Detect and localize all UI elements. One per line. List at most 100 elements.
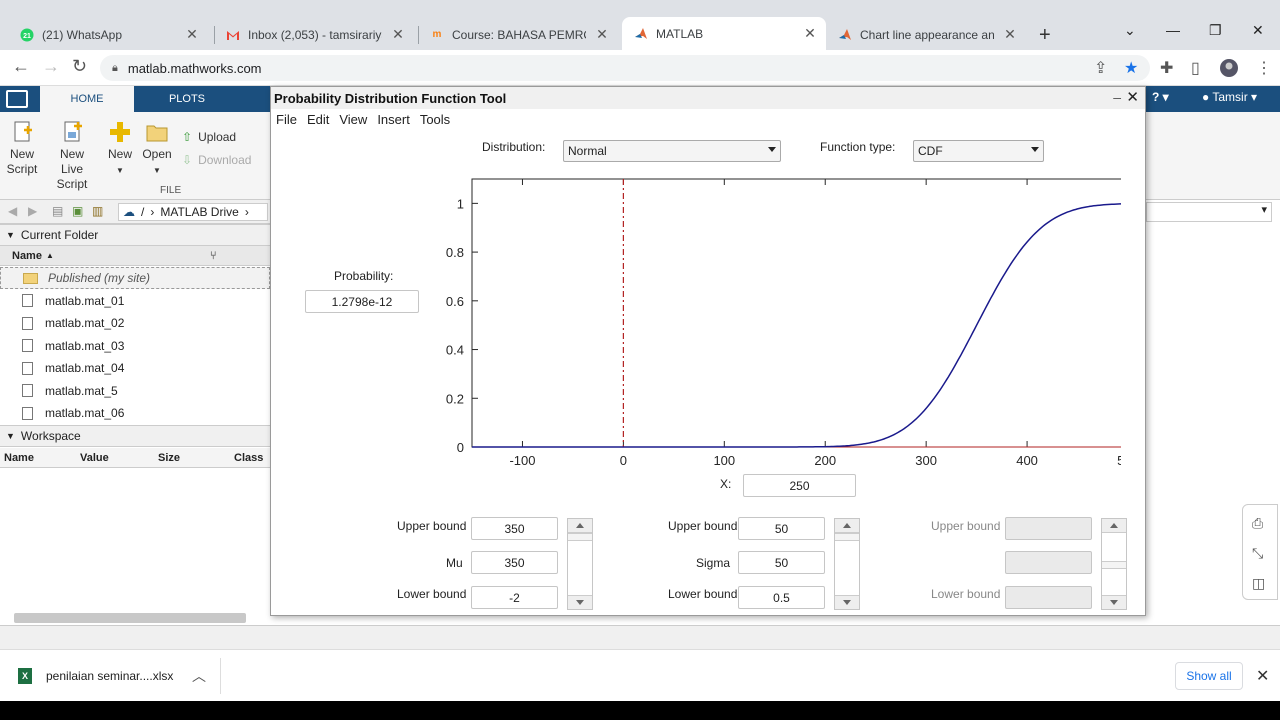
slider-down-arrow-icon[interactable] — [568, 595, 592, 609]
new-menu-button[interactable]: New ▼ — [106, 120, 134, 178]
upload-button[interactable]: ⇧ Upload — [182, 130, 236, 144]
menu-icon[interactable]: ⋮ — [1256, 58, 1272, 78]
new-live-script-button[interactable]: New Live Script — [44, 120, 100, 192]
forward-icon[interactable]: → — [42, 56, 60, 77]
param3-field[interactable] — [1005, 551, 1092, 574]
editor-dropdown[interactable]: ▾ — [1146, 202, 1272, 222]
side-toolbar: ⎙ ⤡ ◫ — [1242, 504, 1278, 600]
extensions-icon[interactable]: ✚ — [1160, 58, 1173, 78]
current-folder-header[interactable]: ▼ Current Folder — [0, 224, 270, 246]
current-folder-column-header[interactable]: Name ▲ ⑂ — [0, 246, 270, 266]
current-folder-path[interactable]: ☁ / › MATLAB Drive › — [118, 203, 268, 221]
mu-upper-bound-field[interactable]: 350 — [471, 517, 558, 540]
cdf-plot[interactable]: -100 0 100 200 300 400 500 0 0.2 0.4 0.6 0.8 1 — [431, 172, 1121, 472]
mu-lower-bound-field[interactable]: -2 — [471, 586, 558, 609]
reload-icon[interactable]: ↻ — [72, 56, 87, 77]
menu-view[interactable]: View — [339, 112, 367, 127]
tab-search-icon[interactable]: ⌄ — [1124, 22, 1136, 39]
function-type-select[interactable]: CDF — [913, 140, 1044, 162]
browser-tab-gmail[interactable]: Inbox (2,053) - tamsirariyadi@ ✕ — [214, 21, 414, 48]
close-icon[interactable]: ✕ — [1126, 88, 1139, 106]
search-folder-icon[interactable]: ▥ — [92, 204, 103, 218]
layout-icon[interactable]: ◫ — [1252, 575, 1265, 592]
probability-field[interactable]: 1.2798e-12 — [305, 290, 419, 313]
browser-tab-matlab[interactable]: MATLAB ✕ — [622, 17, 826, 50]
moodle-icon: m — [432, 29, 442, 40]
browser-tab-whatsapp[interactable]: 21 (21) WhatsApp ✕ — [8, 21, 208, 48]
slider-up-arrow-icon[interactable] — [568, 519, 592, 533]
mu-slider[interactable] — [567, 518, 593, 610]
address-bar[interactable]: 🔒︎ matlab.mathworks.com — [100, 55, 1150, 81]
slider-thumb[interactable] — [1102, 561, 1126, 569]
file-item[interactable]: matlab.mat_04 — [0, 357, 270, 379]
screen: { "browser": { "tabs": [ {"title": "(21)… — [0, 0, 1280, 720]
menu-edit[interactable]: Edit — [307, 112, 329, 127]
download-button[interactable]: ⇩ Download — [182, 153, 251, 167]
close-tab-icon[interactable]: ✕ — [184, 26, 200, 43]
sidepanel-icon[interactable]: ▯ — [1191, 58, 1200, 78]
up-folder-icon[interactable]: ▤ — [52, 204, 63, 218]
file-icon — [22, 406, 33, 420]
workspace-column-header[interactable]: Name Value Size Class — [0, 448, 270, 468]
minimize-icon[interactable]: – — [1113, 89, 1121, 105]
close-tab-icon[interactable]: ✕ — [390, 26, 406, 43]
user-menu[interactable]: ● Tamsir ▾ — [1202, 90, 1257, 104]
tab-home[interactable]: HOME — [40, 86, 134, 112]
close-window-button[interactable]: ✕ — [1252, 22, 1264, 39]
file-item[interactable]: matlab.mat_02 — [0, 312, 270, 334]
close-tab-icon[interactable]: ✕ — [594, 26, 610, 43]
download-item[interactable]: X penilaian seminar....xlsx — [18, 668, 173, 684]
slider-thumb[interactable] — [835, 533, 859, 541]
matlab-desktop-icon[interactable] — [6, 90, 28, 108]
menu-insert[interactable]: Insert — [377, 112, 410, 127]
slider-down-arrow-icon[interactable] — [1102, 595, 1126, 609]
back-icon[interactable]: ← — [12, 56, 30, 77]
menu-tools[interactable]: Tools — [420, 112, 450, 127]
workspace-header[interactable]: ▼ Workspace — [0, 425, 270, 447]
new-script-button[interactable]: New Script — [6, 120, 38, 177]
close-downloads-icon[interactable]: ✕ — [1256, 666, 1269, 686]
undock-icon[interactable]: ⤡ — [1252, 545, 1263, 562]
close-tab-icon[interactable]: ✕ — [1002, 26, 1018, 43]
tab-plots[interactable]: PLOTS — [140, 86, 234, 112]
browse-folder-icon[interactable]: ▣ — [72, 204, 83, 218]
slider-down-arrow-icon[interactable] — [835, 595, 859, 609]
new-tab-button[interactable]: + — [1039, 24, 1051, 47]
share-icon[interactable]: ⇪ — [1094, 58, 1107, 78]
param3-slider[interactable] — [1101, 518, 1127, 610]
x-value-field[interactable]: 250 — [743, 474, 856, 497]
chevron-up-icon[interactable]: ︿ — [192, 666, 206, 686]
mu-field[interactable]: 350 — [471, 551, 558, 574]
help-icon[interactable]: ? ▾ — [1152, 90, 1169, 104]
back-arrow-icon[interactable]: ◀ — [8, 204, 17, 218]
sigma-upper-bound-field[interactable]: 50 — [738, 517, 825, 540]
file-item[interactable]: matlab.mat_01 — [0, 290, 270, 312]
sigma-label: Sigma — [696, 556, 731, 570]
menu-file[interactable]: File — [276, 112, 297, 127]
param3-upper-bound-field[interactable] — [1005, 517, 1092, 540]
file-item[interactable]: matlab.mat_03 — [0, 335, 270, 357]
browser-tab-course[interactable]: m Course: BAHASA PEMROGRA ✕ — [418, 21, 618, 48]
show-all-button[interactable]: Show all — [1175, 662, 1243, 690]
bookmark-star-icon[interactable]: ★ — [1124, 58, 1138, 78]
slider-up-arrow-icon[interactable] — [1102, 519, 1126, 533]
slider-thumb[interactable] — [568, 533, 592, 541]
horizontal-scrollbar[interactable] — [14, 613, 246, 623]
folder-item[interactable]: Published (my site) — [0, 267, 270, 289]
print-icon[interactable]: ⎙ — [1252, 515, 1263, 532]
profile-avatar[interactable] — [1219, 58, 1239, 83]
file-item[interactable]: matlab.mat_06 — [0, 402, 270, 424]
file-item[interactable]: matlab.mat_5 — [0, 380, 270, 402]
distribution-select[interactable]: Normal — [563, 140, 781, 162]
close-tab-icon[interactable]: ✕ — [802, 25, 818, 42]
open-button[interactable]: Open ▼ — [142, 120, 172, 178]
sigma-slider[interactable] — [834, 518, 860, 610]
forward-arrow-icon[interactable]: ▶ — [28, 204, 37, 218]
restore-button[interactable]: ❐ — [1209, 22, 1222, 39]
slider-up-arrow-icon[interactable] — [835, 519, 859, 533]
sigma-lower-bound-field[interactable]: 0.5 — [738, 586, 825, 609]
param3-lower-bound-field[interactable] — [1005, 586, 1092, 609]
minimize-button[interactable]: — — [1166, 22, 1180, 38]
sigma-field[interactable]: 50 — [738, 551, 825, 574]
browser-tab-chart-doc[interactable]: Chart line appearance and be ✕ — [826, 21, 1026, 48]
